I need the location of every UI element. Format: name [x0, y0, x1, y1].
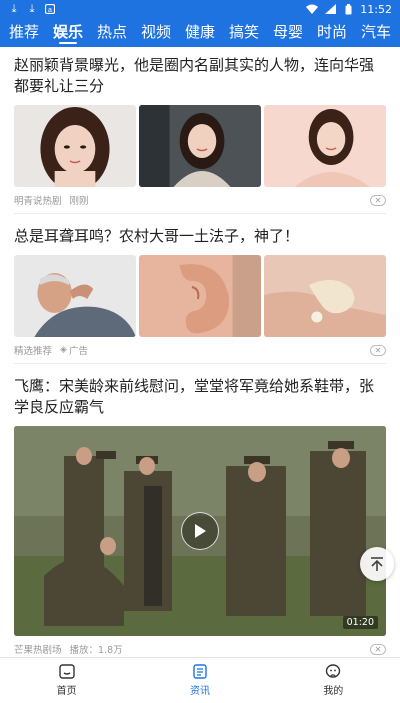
ad-badge: ◈ 广告 — [60, 343, 88, 357]
status-right: 11:52 — [306, 3, 392, 16]
ad-icon: ◈ — [60, 345, 67, 355]
status-time: 11:52 — [360, 2, 392, 16]
tab-auto[interactable]: 汽车 — [358, 18, 394, 47]
wifi-icon — [306, 3, 319, 15]
news-source: 芒果热剧场 — [14, 645, 62, 656]
news-item[interactable]: 飞鹰：宋美龄来前线慰问，堂堂将军竟给她系鞋带，张学良反应霸气 01:20 芒果热… — [0, 364, 400, 657]
news-meta: 精选推荐 ◈ 广告 ✕ — [14, 337, 386, 363]
tab-funny[interactable]: 搞笑 — [226, 18, 262, 47]
news-images[interactable] — [14, 255, 386, 337]
tab-entertainment[interactable]: 娱乐 — [50, 18, 86, 47]
news-thumbnail[interactable] — [14, 255, 136, 337]
tab-fashion[interactable]: 时尚 — [314, 18, 350, 47]
video-duration: 01:20 — [342, 616, 378, 629]
nav-profile[interactable]: 我的 — [267, 658, 400, 703]
home-icon — [58, 664, 75, 679]
scroll-to-top-button[interactable] — [360, 547, 394, 581]
news-item[interactable]: 赵丽颖背景曝光，他是圈内名副其实的人物，连向华强都要礼让三分 明青说热剧 刚刚 … — [0, 47, 400, 213]
news-title[interactable]: 赵丽颖背景曝光，他是圈内名副其实的人物，连向华强都要礼让三分 — [14, 55, 386, 97]
tab-recommend[interactable]: 推荐 — [6, 18, 42, 47]
news-meta: 明青说热剧 刚刚 ✕ — [14, 187, 386, 213]
download-icon: ⤓ — [11, 2, 17, 15]
nav-home[interactable]: 首页 — [0, 658, 133, 703]
dismiss-icon[interactable]: ✕ — [370, 344, 386, 356]
news-item[interactable]: 总是耳聋耳鸣？农村大哥一土法子，神了！ 精选推荐 ◈ 广告 ✕ — [0, 214, 400, 363]
news-thumbnail[interactable] — [264, 105, 386, 187]
news-feed: 赵丽颖背景曝光，他是圈内名副其实的人物，连向华强都要礼让三分 明青说热剧 刚刚 … — [0, 47, 400, 657]
tab-parenting[interactable]: 母婴 — [270, 18, 306, 47]
nav-home-label: 首页 — [56, 686, 77, 697]
tab-health[interactable]: 健康 — [182, 18, 218, 47]
ad-label: 广告 — [68, 346, 88, 357]
arrow-up-icon — [371, 557, 383, 571]
news-meta: 芒果热剧场 播放：1.8万 ✕ — [14, 636, 386, 657]
tab-hot[interactable]: 热点 — [94, 18, 130, 47]
download-icon: ⤓ — [29, 2, 35, 15]
svg-text:a: a — [48, 7, 52, 14]
nav-news-label: 资讯 — [189, 686, 210, 697]
play-count: 播放：1.8万 — [69, 645, 123, 656]
news-icon — [193, 664, 207, 679]
play-button[interactable] — [181, 512, 219, 550]
news-title[interactable]: 总是耳聋耳鸣？农村大哥一土法子，神了！ — [14, 226, 386, 247]
tab-video[interactable]: 视频 — [138, 18, 174, 47]
dismiss-icon[interactable]: ✕ — [370, 643, 386, 655]
profile-icon — [326, 664, 341, 678]
nav-news[interactable]: 资讯 — [133, 658, 266, 703]
status-bar: ⤓ ⤓ a 11:52 — [0, 0, 400, 18]
news-source: 精选推荐 — [14, 346, 53, 357]
app-icon: a — [44, 3, 56, 15]
nav-profile-label: 我的 — [323, 686, 344, 697]
news-time: 刚刚 — [69, 196, 89, 207]
news-source: 明青说热剧 — [14, 196, 62, 207]
status-left: ⤓ ⤓ a — [8, 3, 56, 15]
news-title[interactable]: 飞鹰：宋美龄来前线慰问，堂堂将军竟给她系鞋带，张学良反应霸气 — [14, 376, 386, 418]
battery-icon — [342, 3, 354, 15]
news-thumbnail[interactable] — [264, 255, 386, 337]
signal-icon — [324, 3, 336, 15]
news-thumbnail[interactable] — [14, 105, 136, 187]
video-thumbnail[interactable]: 01:20 — [14, 426, 386, 636]
bottom-navigation: 首页 资讯 我的 — [0, 657, 400, 703]
news-thumbnail[interactable] — [139, 105, 261, 187]
news-images[interactable] — [14, 105, 386, 187]
news-thumbnail[interactable] — [139, 255, 261, 337]
category-tab-bar: 推荐 娱乐 热点 视频 健康 搞笑 母婴 时尚 汽车 — [0, 18, 400, 47]
dismiss-icon[interactable]: ✕ — [370, 194, 386, 206]
